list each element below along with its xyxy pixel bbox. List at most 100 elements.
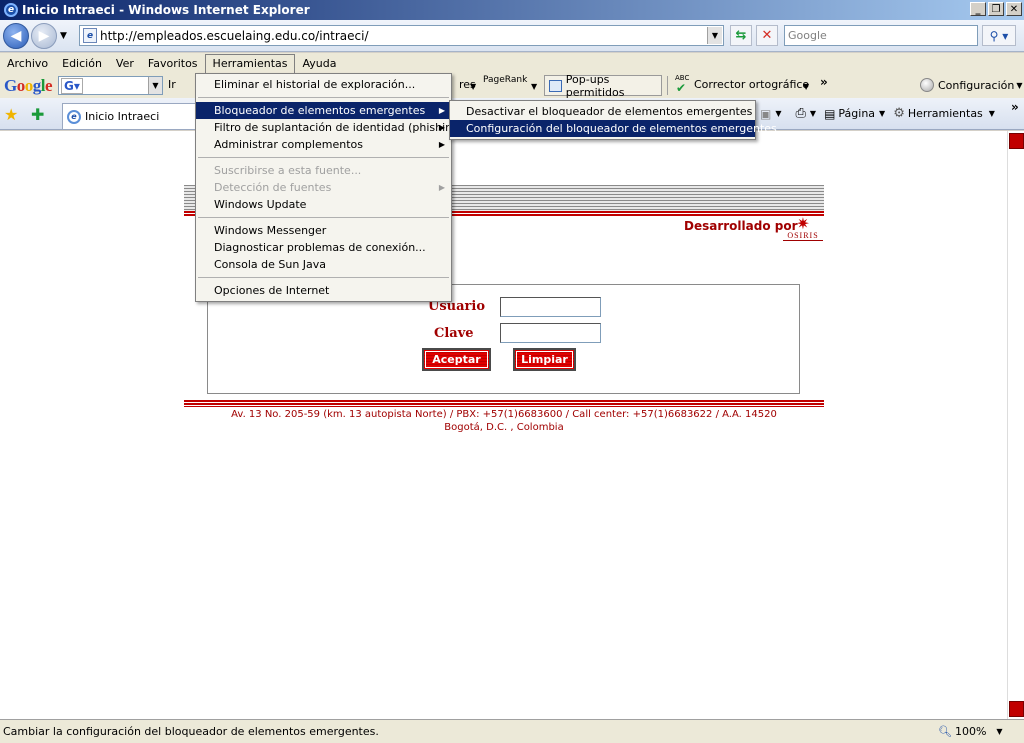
- menu-edicion[interactable]: Edición: [55, 54, 109, 73]
- menu-divider: [198, 277, 449, 278]
- zoom-icon: 🔍︎: [938, 725, 952, 738]
- menu-item-java-console[interactable]: Consola de Sun Java: [196, 256, 451, 273]
- menu-item-delete-history[interactable]: Eliminar el historial de exploración...: [196, 76, 451, 93]
- recent-pages-dropdown-icon[interactable]: ▼: [60, 31, 67, 41]
- osiris-wordmark: OSIRIS: [783, 231, 823, 241]
- tools-menu-button[interactable]: Herramientas: [908, 107, 983, 120]
- page-dropdown-icon[interactable]: ▼: [879, 109, 885, 118]
- google-g-icon: G▾: [61, 77, 83, 94]
- limpiar-button[interactable]: Limpiar: [513, 348, 576, 371]
- google-toolbar: Google G▾ ▼ Ir res ▼ PageRank ▼ Pop-ups …: [0, 73, 1024, 99]
- stop-icon: ✕: [761, 28, 773, 43]
- status-text: Cambiar la configuración del bloqueador …: [3, 725, 379, 738]
- tools-dropdown-icon[interactable]: ▼: [989, 109, 995, 118]
- menu-item-feed-discovery: Detección de fuentes ▶: [214, 181, 445, 194]
- menu-item-manage-addons[interactable]: Administrar complementos ▶: [196, 136, 451, 153]
- menu-item-internet-options[interactable]: Opciones de Internet: [196, 282, 451, 299]
- pagerank-label[interactable]: PageRank: [483, 75, 527, 85]
- config-button[interactable]: Configuración ▼: [920, 78, 1023, 92]
- footer-stripes: [184, 400, 824, 407]
- page-menu-icon: ▤: [824, 106, 836, 121]
- menu-archivo[interactable]: Archivo: [0, 54, 55, 73]
- menu-bar: Archivo Edición Ver Favoritos Herramient…: [0, 53, 1024, 73]
- menu-item-windows-messenger[interactable]: Windows Messenger: [196, 222, 451, 239]
- command-bar: ▣ ▼ ⎙ ▼ ▤ Página ▼ ⚙ Herramientas ▼: [760, 106, 995, 121]
- print-dropdown-icon[interactable]: ▼: [810, 109, 816, 118]
- add-favorite-icon[interactable]: ✚: [31, 105, 44, 124]
- menu-divider: [198, 157, 449, 158]
- google-search-dropdown-icon[interactable]: ▼: [148, 77, 162, 94]
- feeds-icon[interactable]: ▣: [760, 107, 771, 121]
- menu-ver[interactable]: Ver: [109, 54, 141, 73]
- menu-divider: [198, 97, 449, 98]
- toolbar-overflow-icon[interactable]: »: [820, 75, 828, 89]
- zoom-control[interactable]: 🔍︎ 100% ▼: [938, 725, 1003, 738]
- window-controls: _ ❐ ✕: [970, 2, 1022, 16]
- google-search-input[interactable]: G▾ ▼: [58, 76, 163, 95]
- config-label: Configuración: [938, 78, 1015, 92]
- submenu-item-disable-blocker[interactable]: Desactivar el bloqueador de elementos em…: [450, 103, 755, 120]
- search-icon: ⚲ ▾: [989, 28, 1009, 43]
- minimize-button[interactable]: _: [970, 2, 986, 16]
- config-dropdown-icon: ▼: [1016, 80, 1023, 90]
- zoom-dropdown-icon[interactable]: ▼: [996, 727, 1002, 736]
- scroll-up-button[interactable]: [1009, 133, 1024, 149]
- address-bar[interactable]: e http://empleados.escuelaing.edu.co/int…: [79, 25, 724, 46]
- toolbar-separator: [667, 76, 668, 95]
- google-logo[interactable]: Google: [4, 76, 53, 96]
- ie-logo-icon: e: [4, 3, 18, 17]
- usuario-input[interactable]: [500, 297, 601, 317]
- aceptar-button[interactable]: Aceptar: [422, 348, 491, 371]
- forward-button[interactable]: ▶: [31, 23, 57, 49]
- bookmarks-dropdown-icon[interactable]: ▼: [470, 82, 476, 91]
- google-go-button[interactable]: Ir: [168, 78, 176, 91]
- status-bar: Cambiar la configuración del bloqueador …: [0, 719, 1024, 743]
- print-icon[interactable]: ⎙: [796, 106, 806, 121]
- spellcheck-button[interactable]: Corrector ortográfico: [694, 78, 809, 91]
- menu-item-windows-update[interactable]: Windows Update: [196, 196, 451, 213]
- vertical-scrollbar[interactable]: [1007, 131, 1024, 719]
- menu-item-subscribe-feed: Suscribirse a esta fuente...: [214, 164, 362, 177]
- stop-button[interactable]: ✕: [756, 25, 778, 46]
- submenu-arrow-icon: ▶: [438, 183, 445, 192]
- submenu-arrow-icon: ▶: [438, 106, 445, 115]
- zoom-level: 100%: [954, 725, 987, 738]
- refresh-icon: ⇆: [735, 28, 747, 43]
- tab-inicio-intraeci[interactable]: e Inicio Intraeci: [62, 103, 207, 129]
- menu-herramientas[interactable]: Herramientas: [204, 53, 296, 73]
- menu-item-phishing-filter[interactable]: Filtro de suplantación de identidad (phi…: [196, 119, 463, 136]
- menu-ayuda[interactable]: Ayuda: [295, 54, 343, 73]
- back-button[interactable]: ◀: [3, 23, 29, 49]
- close-button[interactable]: ✕: [1006, 2, 1022, 16]
- menu-favoritos[interactable]: Favoritos: [141, 54, 205, 73]
- maximize-button[interactable]: ❐: [988, 2, 1004, 16]
- address-dropdown-icon[interactable]: ▼: [707, 27, 722, 44]
- clave-input[interactable]: [500, 323, 601, 343]
- submenu-arrow-icon: ▶: [438, 140, 445, 149]
- pagerank-dropdown-icon[interactable]: ▼: [531, 82, 537, 91]
- search-button[interactable]: ⚲ ▾: [982, 25, 1016, 46]
- clave-label: Clave: [434, 326, 474, 341]
- osiris-logo: ✷ OSIRIS: [783, 216, 823, 241]
- popups-allowed-button[interactable]: Pop-ups permitidos: [544, 73, 662, 99]
- scroll-down-button[interactable]: [1009, 701, 1024, 717]
- page-icon: e: [83, 28, 97, 43]
- popup-window-icon: [549, 79, 562, 92]
- developed-by-label: Desarrollado por: [684, 219, 798, 233]
- page-menu-button[interactable]: Página: [838, 107, 875, 120]
- tab-page-icon: e: [67, 109, 81, 124]
- submenu-item-blocker-settings[interactable]: Configuración del bloqueador de elemento…: [450, 120, 777, 137]
- menu-divider: [198, 217, 449, 218]
- spellcheck-dropdown-icon[interactable]: ▼: [803, 82, 809, 91]
- menu-item-popup-blocker[interactable]: Bloqueador de elementos emergentes ▶: [196, 102, 451, 119]
- menu-item-diagnose-connection[interactable]: Diagnosticar problemas de conexión...: [196, 239, 451, 256]
- feeds-dropdown-icon[interactable]: ▼: [775, 109, 781, 118]
- search-input[interactable]: Google: [784, 25, 978, 46]
- favorites-star-icon[interactable]: ★: [4, 105, 18, 124]
- popup-blocker-submenu: Desactivar el bloqueador de elementos em…: [449, 100, 777, 140]
- refresh-button[interactable]: ⇆: [730, 25, 752, 46]
- tools-dropdown-menu: Eliminar el historial de exploración... …: [195, 73, 463, 302]
- commandbar-overflow-icon[interactable]: »: [1011, 100, 1019, 114]
- spellcheck-check-icon: ✔: [676, 81, 687, 95]
- tools-gear-icon: ⚙: [893, 106, 905, 121]
